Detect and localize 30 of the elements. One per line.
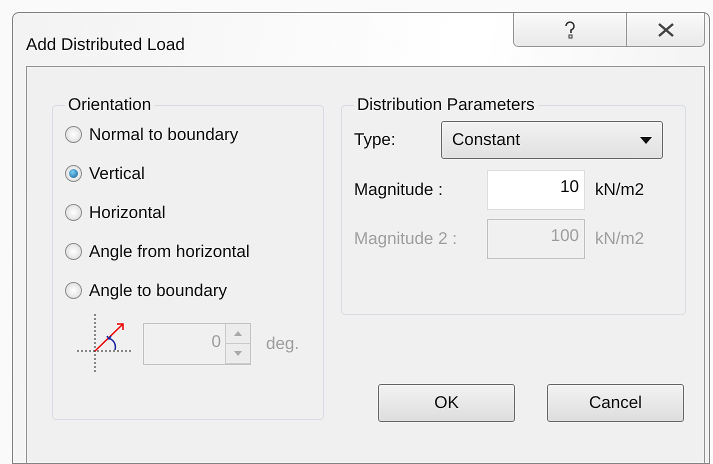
radio-button[interactable] [65,165,82,182]
radio-button[interactable] [65,126,82,143]
type-dropdown[interactable]: Constant [441,121,663,159]
help-icon [564,20,576,38]
option-label[interactable]: Horizontal [89,202,166,222]
ok-button[interactable]: OK [378,384,515,422]
option-label[interactable]: Vertical [89,164,145,184]
field-label: Magnitude : [354,180,443,200]
group-title: Distribution Parameters [356,95,536,115]
up-arrow-icon [234,331,242,336]
unit-label: deg. [266,334,300,354]
unit-label: kN/m2 [594,180,646,200]
option-label[interactable]: Angle from horizontal [89,242,250,262]
angle-icon [77,314,133,374]
caret-icon [640,136,652,144]
cancel-button[interactable]: Cancel [547,384,684,422]
field-label: Magnitude 2 : [354,229,458,249]
close-button[interactable] [627,13,705,47]
unit-label: kN/m2 [594,229,646,249]
magnitude-field[interactable]: 10 [487,170,585,210]
group-title: Orientation [67,95,152,115]
down-arrow-icon [234,351,242,356]
window-title: Add Distributed Load [26,35,185,55]
radio-button[interactable] [65,282,82,299]
option-label[interactable]: Angle to boundary [89,280,227,300]
option-label[interactable]: Normal to boundary [89,124,238,144]
radio-button[interactable] [65,204,82,221]
radio-button[interactable] [65,243,82,260]
type-label: Type: [354,130,396,150]
close-icon [656,22,674,36]
